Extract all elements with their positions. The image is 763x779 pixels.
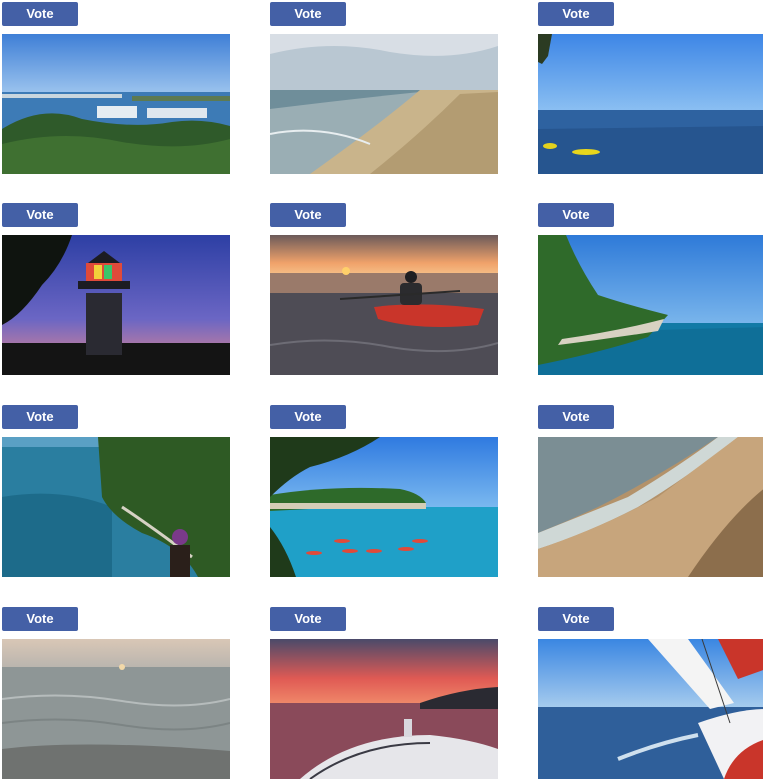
photo-card: Vote xyxy=(538,203,763,375)
photo-card: Vote xyxy=(2,2,230,174)
photo-card: Vote xyxy=(2,405,230,577)
vote-button[interactable]: Vote xyxy=(2,203,78,227)
photo-card: Vote xyxy=(538,2,763,174)
photo-calm-lake-sunset xyxy=(2,639,230,779)
vote-button[interactable]: Vote xyxy=(538,607,614,631)
photo-boat-sunset xyxy=(270,639,498,779)
photo-card: Vote xyxy=(270,405,498,577)
vote-button[interactable]: Vote xyxy=(538,405,614,429)
photo-card: Vote xyxy=(270,203,498,375)
vote-button[interactable]: Vote xyxy=(2,405,78,429)
photo-card: Vote xyxy=(270,607,498,779)
vote-button[interactable]: Vote xyxy=(2,607,78,631)
photo-sailboat-on-lake xyxy=(538,639,763,779)
photo-cliff-overlook-person xyxy=(2,437,230,577)
vote-button[interactable]: Vote xyxy=(2,2,78,26)
vote-button[interactable]: Vote xyxy=(270,405,346,429)
photo-card: Vote xyxy=(538,607,763,779)
vote-button[interactable]: Vote xyxy=(538,2,614,26)
vote-button[interactable]: Vote xyxy=(270,607,346,631)
photo-lake-with-kayaks xyxy=(538,34,763,174)
photo-lighthouse-at-dusk xyxy=(2,235,230,375)
vote-button[interactable]: Vote xyxy=(270,203,346,227)
photo-kayaker-at-sunset xyxy=(270,235,498,375)
photo-cliffs-and-turquoise-water xyxy=(538,235,763,375)
photo-beach-waves xyxy=(538,437,763,577)
photo-harbor-view xyxy=(2,34,230,174)
vote-button[interactable]: Vote xyxy=(538,203,614,227)
photo-sandy-shoreline xyxy=(270,34,498,174)
photo-card: Vote xyxy=(538,405,763,577)
photo-card: Vote xyxy=(2,607,230,779)
photo-card: Vote xyxy=(270,2,498,174)
vote-button[interactable]: Vote xyxy=(270,2,346,26)
photo-card: Vote xyxy=(2,203,230,375)
photo-kayakers-near-cliffs xyxy=(270,437,498,577)
